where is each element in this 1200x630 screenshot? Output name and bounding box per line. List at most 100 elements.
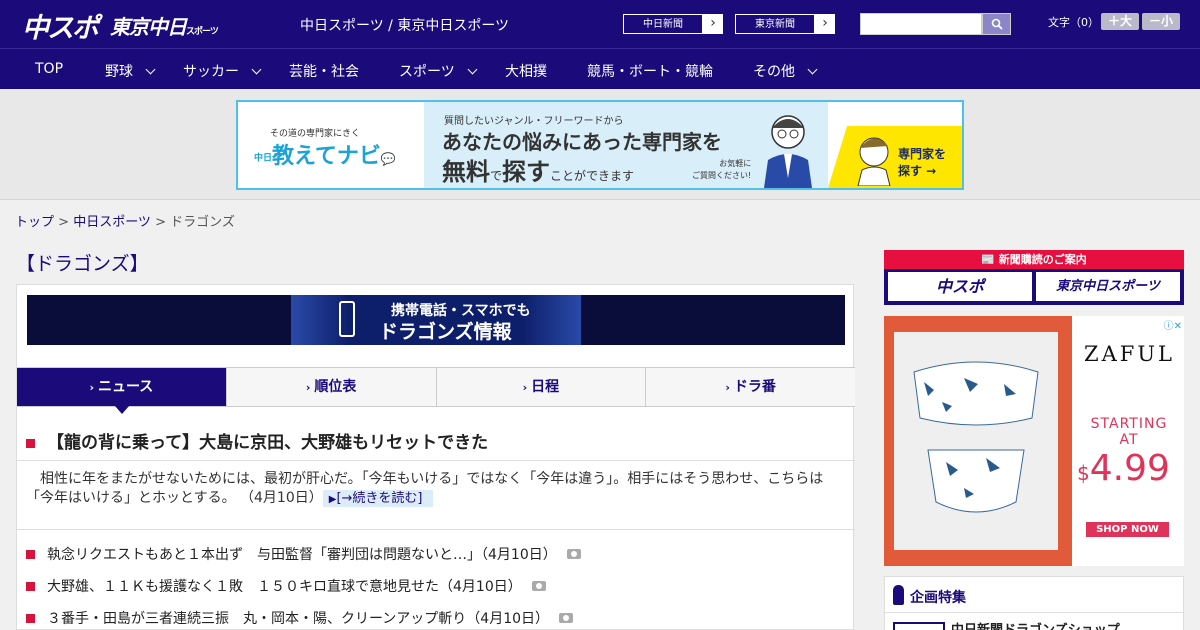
- chevron-right-icon: ›: [725, 381, 730, 394]
- subscribe-tokyo-button[interactable]: 東京中日スポーツ: [1036, 272, 1180, 301]
- site-title: 中日スポーツ / 東京中日スポーツ: [300, 18, 510, 34]
- nav-item-sumo[interactable]: 大相撲: [505, 61, 547, 81]
- search-input[interactable]: [860, 13, 982, 35]
- chevron-right-icon: ›: [710, 15, 716, 31]
- breadcrumb: トップ > 中日スポーツ > ドラゴンズ: [15, 211, 235, 230]
- paper-link-label: 中日新聞: [623, 14, 703, 34]
- speech-bubble-icon: 💬: [380, 152, 396, 166]
- ad-brand-name: 教えてナビ: [272, 144, 381, 169]
- subscribe-chuspo-button[interactable]: 中スポ: [888, 272, 1032, 301]
- page-title: 【ドラゴンズ】: [16, 253, 149, 275]
- ad-price-currency: $: [1077, 461, 1090, 485]
- breadcrumb-current: ドラゴンズ: [170, 215, 235, 230]
- font-smaller-button[interactable]: －小: [1142, 13, 1180, 30]
- main-card: 携帯電話・スマホでも ドラゴンズ情報 › ニュース › 順位表 › 日程 › ドラ番 【…: [16, 284, 855, 630]
- feature-thumbnail[interactable]: [893, 622, 945, 630]
- ad-note1: お気軽に: [719, 159, 752, 168]
- bullet-icon: [26, 582, 35, 591]
- paper-link-label: 東京新聞: [735, 14, 815, 34]
- nav-item-racing[interactable]: 競馬・ボート・競輪: [587, 61, 713, 81]
- mobile-dragons-banner[interactable]: 携帯電話・スマホでも ドラゴンズ情報: [27, 295, 845, 345]
- ad-line3-b: で: [490, 169, 503, 183]
- search-icon: [991, 18, 1003, 30]
- lead-paragraph: 相性に年をまたがせないためには、最初が肝心だ。「今年もいける」ではなく「今年は違…: [26, 470, 846, 509]
- mobile-banner-line2: ドラゴンズ情報: [379, 321, 512, 343]
- ad-cta2: 探す →: [898, 164, 937, 178]
- tokyo-logo-sub: スポーツ: [186, 27, 219, 37]
- news-title: 執念リクエストもあと１本出ず 与田監督「審判団は問題ないと…」（4月10日）: [47, 547, 557, 563]
- list-item[interactable]: ３番手・田島が三者連続三振 丸・岡本・陽、クリーンアップ斬り（4月10日）: [26, 608, 581, 630]
- top-headline[interactable]: 【龍の背に乗って】大島に京田、大野雄もリセットできた: [26, 428, 488, 453]
- bullet-icon: [26, 614, 35, 623]
- nav-label: TOP: [35, 61, 64, 77]
- nav-label: 大相撲: [505, 64, 547, 80]
- search-button[interactable]: [982, 13, 1011, 35]
- adchoices-icon[interactable]: ⓘ✕: [1152, 317, 1182, 332]
- feature-item-link[interactable]: 中日新聞ドラゴンズショップ: [951, 619, 1120, 630]
- nav-item-soccer[interactable]: サッカー: [183, 61, 262, 81]
- nav-label: スポーツ: [399, 64, 455, 80]
- chuspo-logo[interactable]: 中スポ: [22, 6, 99, 45]
- nav-item-baseball[interactable]: 野球: [105, 61, 156, 81]
- font-bigger-button[interactable]: ＋大: [1101, 13, 1139, 30]
- nav-item-entertainment[interactable]: 芸能・社会: [289, 61, 359, 81]
- chunichi-shimbun-link[interactable]: 中日新聞 ›: [622, 13, 724, 35]
- nav-item-other[interactable]: その他: [753, 61, 818, 81]
- divider: [17, 529, 855, 530]
- nav-label: 野球: [105, 64, 133, 80]
- news-title: ３番手・田島が三者連続三振 丸・岡本・陽、クリーンアップ斬り（4月10日）: [47, 611, 550, 627]
- chevron-down-icon: [467, 64, 478, 75]
- ad-price: $4.99: [1077, 448, 1170, 489]
- tab-dorabann[interactable]: › ドラ番: [645, 368, 855, 406]
- ad-cta-panel[interactable]: 専門家を探す →: [828, 126, 962, 188]
- ad-brand: 中日教えてナビ💬: [254, 138, 396, 170]
- breadcrumb-home[interactable]: トップ: [15, 215, 54, 230]
- content-tabs: › ニュース › 順位表 › 日程 › ドラ番: [17, 367, 855, 414]
- zaful-ad[interactable]: ⓘ✕ ZAFUL STARTING AT $4.99 SHOP NOW: [884, 316, 1184, 566]
- shop-now-button[interactable]: SHOP NOW: [1086, 522, 1169, 537]
- read-more-label: [→続きを読む]: [336, 491, 423, 506]
- tab-schedule[interactable]: › 日程: [435, 368, 646, 406]
- nav-item-top[interactable]: TOP: [35, 61, 63, 77]
- feature-title: 企画特集: [910, 590, 966, 606]
- ad-brand-prefix: 中日: [254, 153, 273, 164]
- ad-line3-a: 無料: [442, 158, 490, 186]
- chevron-down-icon: [251, 64, 262, 75]
- oshiete-navi-ad-banner[interactable]: その道の専門家にきく 中日教えてナビ💬 質問したいジャンル・フリーワードから あ…: [236, 100, 964, 190]
- camera-icon: [531, 581, 546, 591]
- news-list: 執念リクエストもあと１本出ず 与田監督「審判団は問題ないと…」（4月10日） 大…: [26, 544, 581, 630]
- ad-cta1: 専門家を: [898, 147, 947, 161]
- list-item[interactable]: 大野雄、１１Ｋも援護なく１敗 １５０キロ直球で意地見せた（4月10日）: [26, 576, 581, 608]
- site-header: 中スポ 東京中日スポーツ 中日スポーツ / 東京中日スポーツ 中日新聞 › 東京…: [0, 0, 1200, 48]
- ribbon-icon: [893, 585, 904, 605]
- nav-label: 競馬・ボート・競輪: [587, 64, 713, 80]
- ad-copy-panel: 質問したいジャンル・フリーワードから あなたの悩みにあった専門家を 無料で探すこ…: [424, 102, 828, 188]
- tokyo-chunichi-logo[interactable]: 東京中日スポーツ: [110, 11, 219, 40]
- font-size-label: 文字（0）: [1048, 16, 1099, 29]
- tab-standings[interactable]: › 順位表: [225, 368, 436, 406]
- ad-line2: あなたの悩みにあった専門家を: [442, 130, 722, 154]
- tab-label: ドラ番: [733, 379, 776, 395]
- chevron-right-icon: ›: [522, 381, 528, 394]
- ad-note2: ご質問ください!: [692, 171, 752, 180]
- ad-note: お気軽にご質問ください!: [692, 158, 751, 182]
- tab-label: ニュース: [97, 379, 154, 395]
- ad-starting-at: STARTING AT: [1090, 416, 1168, 448]
- list-item[interactable]: 執念リクエストもあと１本出ず 与田監督「審判団は問題ないと…」（4月10日）: [26, 544, 581, 576]
- divider: [884, 612, 1184, 613]
- nav-label: その他: [753, 64, 795, 80]
- tab-news[interactable]: › ニュース: [17, 368, 226, 414]
- ad-price-value: 4.99: [1089, 448, 1170, 489]
- chevron-down-icon: [145, 64, 156, 75]
- nav-item-sports[interactable]: スポーツ: [399, 61, 478, 81]
- tab-label: 順位表: [314, 379, 357, 395]
- ad-line3-c: 探す: [502, 158, 551, 186]
- tokyo-shimbun-link[interactable]: 東京新聞 ›: [734, 13, 836, 35]
- camera-icon: [566, 549, 581, 559]
- subscription-heading-text: 新聞購読のご案内: [998, 253, 1087, 266]
- nav-label: 芸能・社会: [289, 64, 359, 80]
- read-more-link[interactable]: ▶[→続きを読む]: [322, 490, 433, 507]
- breadcrumb-section[interactable]: 中日スポーツ: [73, 215, 151, 230]
- chevron-right-icon: ›: [822, 15, 828, 31]
- camera-icon: [559, 613, 574, 623]
